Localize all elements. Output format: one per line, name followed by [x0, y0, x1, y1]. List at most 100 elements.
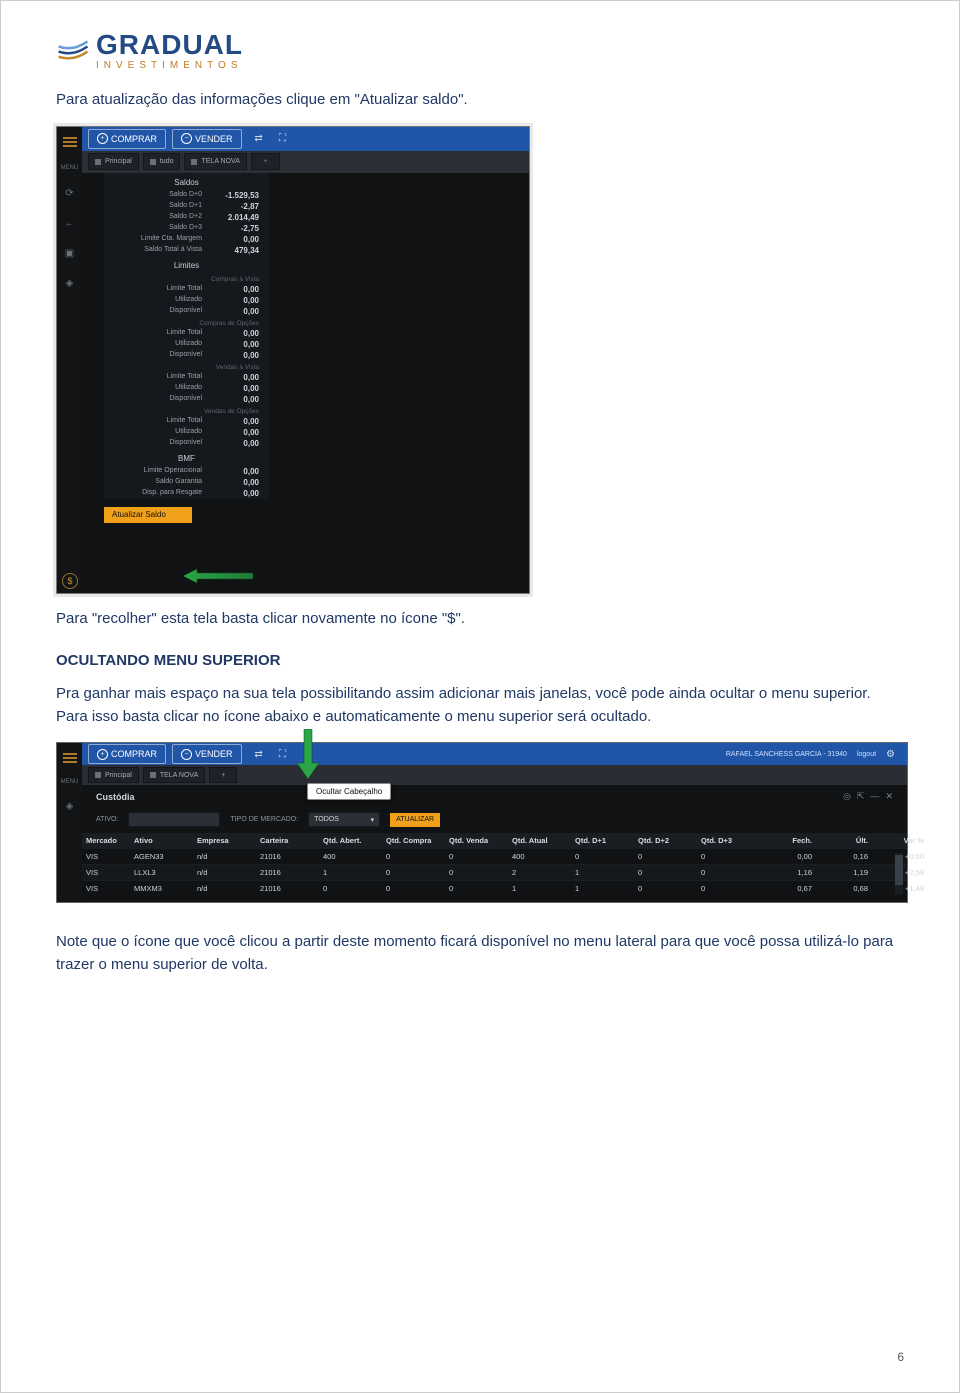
config-icon[interactable]: ◎	[843, 791, 851, 802]
paragraph-1: Para atualização das informações clique …	[56, 89, 904, 112]
paragraph-2: Para "recolher" esta tela basta clicar n…	[56, 608, 904, 631]
saldos-title: Saldos	[104, 173, 269, 190]
minimize-icon[interactable]: —	[870, 791, 879, 802]
col-header: Últ.	[816, 833, 872, 848]
top-bar: +COMPRAR −VENDER ⇄ ⛶	[82, 127, 529, 151]
col-header: Qtd. D+1	[571, 833, 634, 848]
tab-tela-nova[interactable]: TELA NOVA	[184, 153, 246, 170]
balance-row: Disponível0,00	[104, 350, 269, 361]
col-header: Mercado	[82, 833, 130, 848]
balance-row: Utilizado0,00	[104, 427, 269, 438]
paragraph-3: Pra ganhar mais espaço na sua tela possi…	[56, 683, 904, 728]
menu-icon[interactable]	[63, 137, 77, 139]
subhead-compras-vista: Compras à Vista	[104, 273, 269, 284]
label-ativo: ATIVO:	[96, 816, 118, 823]
layers-icon[interactable]: ◈	[63, 277, 77, 291]
gear-icon[interactable]: ⚙	[886, 749, 895, 760]
table-header: MercadoAtivoEmpresaCarteiraQtd. Abert.Qt…	[82, 833, 907, 848]
col-header: Qtd. Compra	[382, 833, 445, 848]
subhead-compras-opcoes: Compras de Opções	[104, 317, 269, 328]
close-icon[interactable]: ✕	[885, 791, 893, 802]
sell-button[interactable]: −VENDER	[172, 129, 242, 149]
col-header: Ativo	[130, 833, 193, 848]
buy-button[interactable]: +COMPRAR	[88, 744, 166, 764]
tab-principal[interactable]: Principal	[88, 153, 139, 170]
panel-title-custodia: Custódia	[96, 792, 135, 802]
subhead-vendas-opcoes: Vendas de Opções	[104, 405, 269, 416]
col-header: Qtd. D+2	[634, 833, 697, 848]
scrollbar-thumb[interactable]	[895, 855, 903, 885]
layers-icon[interactable]: ◈	[63, 799, 77, 813]
tab-add[interactable]: +	[209, 767, 237, 783]
menu-label: MENU	[61, 779, 79, 785]
user-name: RAFAEL SANCHESS GARCIA - 31940	[726, 751, 847, 758]
scrollbar[interactable]	[895, 853, 903, 894]
expand-icon[interactable]: ⛶	[276, 747, 290, 761]
expand-icon[interactable]: ⛶	[276, 132, 290, 146]
menu-icon[interactable]	[63, 753, 77, 755]
buy-button[interactable]: +COMPRAR	[88, 129, 166, 149]
vertical-sidebar: MENU ◈	[57, 743, 82, 902]
update-balance-button[interactable]: Atualizar Saldo	[104, 507, 192, 523]
dollar-icon[interactable]: $	[62, 573, 78, 589]
brand-header: GRADUAL INVESTIMENTOS	[56, 31, 904, 71]
menu-label: MENU	[61, 165, 79, 171]
atualizar-button[interactable]: ATUALIZAR	[390, 813, 440, 827]
tab-principal[interactable]: Principal	[88, 767, 139, 783]
table-row[interactable]: VISLLXL3n/d2101610021001,161,19+2,592,38	[82, 864, 907, 880]
balance-row: Saldo D+3-2,75	[104, 223, 269, 234]
col-header: Qtd. Abert.	[319, 833, 382, 848]
tab-add[interactable]: +	[251, 153, 280, 170]
filter-bar: ATIVO: TIPO DE MERCADO: TODOS▾ ATUALIZAR	[82, 806, 907, 833]
page-number: 6	[897, 1350, 904, 1364]
table-row[interactable]: VISMMXM3n/d2101600011000,670,68+1,490,68	[82, 880, 907, 896]
brand-name: GRADUAL	[96, 31, 243, 59]
tab-strip: Principal tudo TELA NOVA +	[82, 151, 529, 173]
tab-tela-nova[interactable]: TELA NOVA	[143, 767, 205, 783]
balance-row: Utilizado0,00	[104, 383, 269, 394]
tipo-mercado-select[interactable]: TODOS▾	[308, 812, 380, 827]
sell-label: VENDER	[195, 134, 233, 144]
balance-row: Saldo D+1-2,87	[104, 201, 269, 212]
balance-row: Disponível0,00	[104, 394, 269, 405]
buy-label: COMPRAR	[111, 134, 157, 144]
custodia-table: MercadoAtivoEmpresaCarteiraQtd. Abert.Qt…	[82, 833, 907, 902]
logout-link[interactable]: logout	[857, 751, 876, 758]
balance-row: Limite Cta. Margem0,00	[104, 234, 269, 245]
annotation-arrow-left	[183, 569, 253, 583]
sell-label: VENDER	[195, 749, 233, 759]
label-tipo-mercado: TIPO DE MERCADO:	[230, 816, 298, 823]
window-controls: ◎ ⇱ — ✕	[843, 791, 893, 802]
balance-row: Disp. para Resgate0,00	[104, 488, 269, 499]
top-bar: +COMPRAR −VENDER ⇄ ⛶ RAFAEL SANCHESS GAR…	[82, 743, 907, 765]
balance-row: Disponível0,00	[104, 306, 269, 317]
sell-button[interactable]: −VENDER	[172, 744, 242, 764]
buy-label: COMPRAR	[111, 749, 157, 759]
annotation-arrow-down	[297, 729, 319, 784]
swap-icon[interactable]: ⇄	[252, 132, 266, 146]
balance-row: Limite Total0,00	[104, 284, 269, 295]
col-header: Carteira	[256, 833, 319, 848]
pop-icon[interactable]: ⇱	[857, 791, 865, 802]
table-row[interactable]: VISAGEN33n/d21016400004000000,000,16+0,0…	[82, 848, 907, 864]
balance-row: Saldo D+0-1.529,53	[104, 190, 269, 201]
ativo-input[interactable]	[128, 812, 220, 827]
swap-icon[interactable]: ⇄	[252, 747, 266, 761]
book-icon[interactable]: ▣	[63, 247, 77, 261]
col-header: Var %	[872, 833, 928, 848]
col-header: Qtd. D+3	[697, 833, 760, 848]
balance-row: Disponível0,00	[104, 438, 269, 449]
heading-ocultando: OCULTANDO MENU SUPERIOR	[56, 652, 904, 669]
brand-icon	[56, 38, 90, 64]
subhead-vendas-vista: Vendas à Vista	[104, 361, 269, 372]
col-header: Qtd. Atual	[508, 833, 571, 848]
col-header: Fech.	[760, 833, 816, 848]
col-header: Total	[928, 833, 960, 848]
balance-row: Limite Total0,00	[104, 328, 269, 339]
screenshot-saldos: MENU ⟳ ← ▣ ◈ $ +COMPRAR −VENDER ⇄ ⛶ Prin…	[56, 126, 530, 594]
back-icon[interactable]: ←	[63, 217, 77, 231]
col-header: Empresa	[193, 833, 256, 848]
tab-tudo[interactable]: tudo	[143, 153, 181, 170]
balance-row: Saldo Total à Vista479,34	[104, 245, 269, 256]
refresh-icon[interactable]: ⟳	[63, 187, 77, 201]
